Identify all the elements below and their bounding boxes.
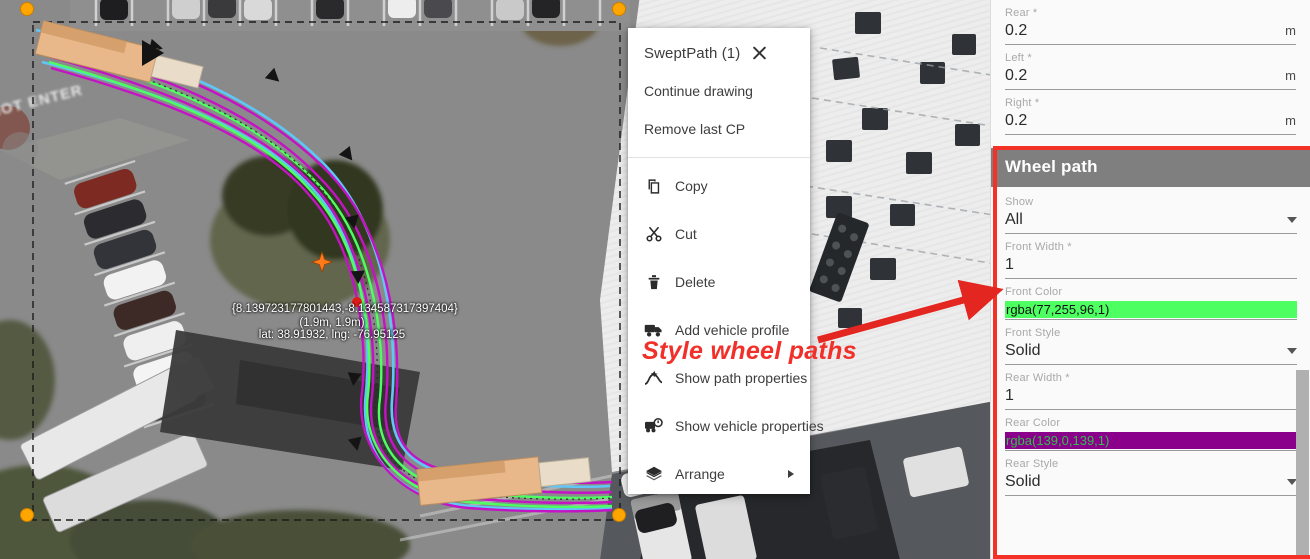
context-menu[interactable]: SweptPath (1) Continue drawing Remove la… (628, 28, 824, 494)
field-rear-style[interactable]: Rear Style Solid (991, 451, 1310, 496)
wheel-path-header: Wheel path (991, 148, 1310, 187)
context-menu-title: SweptPath (1) (644, 44, 741, 62)
field-rear-value[interactable]: 0.2 (1005, 22, 1285, 40)
field-front-style-label: Front Style (1005, 327, 1061, 339)
field-front-width-label: Front Width * (1005, 241, 1072, 253)
field-front-style[interactable]: Front Style Solid (991, 320, 1310, 365)
menu-divider (628, 157, 810, 158)
field-left-value[interactable]: 0.2 (1005, 67, 1285, 85)
close-icon[interactable] (750, 44, 768, 62)
annotation-label: Style wheel paths (642, 337, 857, 366)
menu-item-label: Remove last CP (644, 121, 746, 137)
field-show[interactable]: Show All (991, 187, 1310, 234)
chevron-right-icon (788, 470, 794, 478)
field-rear[interactable]: Rear * 0.2 m (991, 0, 1310, 45)
field-rear-label: Rear * (1005, 7, 1038, 19)
coord-readout-line3: lat: 38.91932, lng: -76.95125 (258, 329, 406, 341)
menu-item-label: Continue drawing (644, 83, 753, 99)
field-rear-width-label: Rear Width * (1005, 372, 1070, 384)
field-show-value[interactable]: All (1005, 211, 1287, 229)
menu-item-arrange[interactable]: Arrange (628, 450, 810, 498)
menu-item-copy[interactable]: Copy (628, 162, 810, 210)
field-rear-style-value[interactable]: Solid (1005, 473, 1287, 491)
field-rear-unit: m (1285, 23, 1296, 38)
menu-item-cut[interactable]: Cut (628, 210, 810, 258)
field-right[interactable]: Right * 0.2 m (991, 90, 1310, 135)
field-rear-width-value[interactable]: 1 (1005, 387, 1297, 405)
field-front-color-label: Front Color (1005, 286, 1063, 298)
menu-item-label: Cut (675, 226, 697, 242)
chevron-down-icon[interactable] (1287, 348, 1297, 354)
menu-item-continue-drawing[interactable]: Continue drawing (628, 72, 810, 110)
rear-color-swatch[interactable]: rgba(139,0,139,1) (1005, 432, 1297, 449)
menu-item-label: Show path properties (675, 370, 808, 386)
menu-item-remove-last-cp[interactable]: Remove last CP (628, 110, 810, 148)
menu-item-label: Add vehicle profile (675, 322, 790, 338)
copy-icon (644, 177, 663, 196)
annotation-label-text: Style wheel paths (642, 337, 857, 365)
panel-scrollbar[interactable] (1296, 370, 1309, 559)
field-rear-color-label: Rear Color (1005, 417, 1061, 429)
menu-item-label: Copy (675, 178, 708, 194)
coord-readout-line2: (1.9m, 1.9m) (299, 317, 365, 329)
selection-handle-top-left[interactable] (20, 2, 34, 16)
scissors-icon (644, 225, 663, 244)
field-front-width[interactable]: Front Width * 1 (991, 234, 1310, 279)
field-right-label: Right * (1005, 97, 1040, 109)
field-right-value[interactable]: 0.2 (1005, 112, 1285, 130)
properties-panel[interactable]: Rear * 0.2 m Left * 0.2 m Right * 0.2 m … (990, 0, 1310, 559)
menu-item-label: Show vehicle properties (675, 418, 824, 434)
selection-handle-bottom-left[interactable] (20, 508, 34, 522)
field-front-color[interactable]: Front Color rgba(77,255,96,1) (991, 279, 1310, 320)
vehicle-properties-icon (644, 417, 663, 436)
selection-handle-bottom-right[interactable] (612, 508, 626, 522)
field-left-label: Left * (1005, 52, 1032, 64)
layers-icon (644, 465, 663, 484)
menu-item-show-vehicle-properties[interactable]: Show vehicle properties (628, 402, 824, 450)
field-left-unit: m (1285, 68, 1296, 83)
app-root: DO NOT ENTER (0, 0, 1310, 559)
field-front-style-value[interactable]: Solid (1005, 342, 1287, 360)
menu-item-label: Arrange (675, 466, 725, 482)
selection-handle-top-right[interactable] (612, 2, 626, 16)
field-right-unit: m (1285, 113, 1296, 128)
field-front-width-value[interactable]: 1 (1005, 256, 1297, 274)
trash-icon (644, 273, 663, 292)
field-show-label: Show (1005, 196, 1034, 208)
chevron-down-icon[interactable] (1287, 217, 1297, 223)
field-rear-style-label: Rear Style (1005, 458, 1059, 470)
menu-item-delete[interactable]: Delete (628, 258, 810, 306)
context-menu-header: SweptPath (1) (628, 32, 810, 72)
path-properties-icon (644, 369, 663, 388)
field-rear-color[interactable]: Rear Color rgba(139,0,139,1) (991, 410, 1310, 451)
wheel-path-section: Wheel path Show All Front Width * 1 Fron… (991, 148, 1310, 496)
menu-item-label: Delete (675, 274, 716, 290)
field-rear-width[interactable]: Rear Width * 1 (991, 365, 1310, 410)
front-color-swatch[interactable]: rgba(77,255,96,1) (1005, 301, 1297, 318)
field-left[interactable]: Left * 0.2 m (991, 45, 1310, 90)
coord-readout-line1: {8.139723177801443,-8.134587317397404} (232, 303, 458, 315)
